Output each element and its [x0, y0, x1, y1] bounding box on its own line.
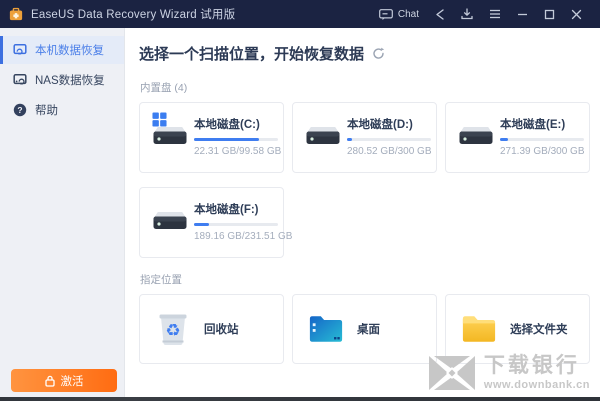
- main-content: 选择一个扫描位置，开始恢复数据 内置盘 (4) 本地磁盘(C:) 22.31 G…: [125, 28, 600, 397]
- drive-size: 189.16 GB/231.51 GB: [194, 231, 293, 242]
- sidebar-item-nas-recovery[interactable]: NAS数据恢复: [0, 66, 124, 94]
- nas-recovery-icon: [13, 73, 27, 87]
- chat-icon: [378, 8, 393, 20]
- location-card-row: ♻ 回收站 桌面 选择文件夹: [139, 294, 600, 364]
- location-label: 桌面: [357, 324, 380, 336]
- window-bottom-edge: [0, 397, 600, 401]
- location-card-desktop[interactable]: 桌面: [292, 294, 437, 364]
- choose-folder-icon: [461, 311, 497, 347]
- drive-card-f[interactable]: 本地磁盘(F:) 189.16 GB/231.51 GB: [139, 187, 293, 258]
- close-button[interactable]: [563, 0, 590, 28]
- hard-disk-icon: [306, 127, 340, 144]
- drive-card-d[interactable]: 本地磁盘(D:) 280.52 GB/300 GB: [292, 102, 437, 173]
- watermark-url: www.downbank.cn: [483, 379, 590, 391]
- location-label: 回收站: [204, 324, 239, 336]
- drive-name: 本地磁盘(D:): [347, 119, 413, 131]
- drive-size: 22.31 GB/99.58 GB: [194, 146, 282, 157]
- download-icon: [461, 8, 473, 20]
- help-icon: ?: [13, 103, 27, 117]
- app-window: EaseUS Data Recovery Wizard 试用版 Chat 本机数…: [0, 0, 600, 401]
- drive-info: 本地磁盘(F:) 189.16 GB/231.51 GB: [194, 201, 293, 257]
- sidebar-item-help[interactable]: ? 帮助: [0, 96, 124, 124]
- titlebar: EaseUS Data Recovery Wizard 试用版 Chat: [0, 0, 600, 28]
- drive-name: 本地磁盘(C:): [194, 119, 260, 131]
- menu-icon: [490, 9, 500, 19]
- windows-logo-icon: [152, 112, 167, 127]
- close-icon: [571, 9, 582, 19]
- refresh-icon[interactable]: [372, 47, 385, 60]
- drive-card-c[interactable]: 本地磁盘(C:) 22.31 GB/99.58 GB: [139, 102, 284, 173]
- hard-disk-icon: [459, 127, 493, 144]
- maximize-button[interactable]: [536, 0, 563, 28]
- pc-recovery-icon: [13, 43, 27, 57]
- sidebar-item-local-recovery[interactable]: 本机数据恢复: [0, 36, 124, 64]
- capacity-bar: [347, 138, 431, 141]
- sidebar-item-label: 本机数据恢复: [35, 45, 104, 57]
- capacity-bar: [194, 223, 278, 226]
- drive-name: 本地磁盘(F:): [194, 204, 259, 216]
- location-card-choose-folder[interactable]: 选择文件夹: [445, 294, 590, 364]
- location-label: 选择文件夹: [510, 324, 568, 336]
- drive-icon-wrap: [150, 112, 194, 172]
- capacity-bar: [194, 138, 278, 141]
- recycle-bin-icon: ♻: [155, 311, 191, 347]
- drive-info: 本地磁盘(E:) 271.39 GB/300 GB: [500, 116, 585, 172]
- drive-name: 本地磁盘(E:): [500, 119, 566, 131]
- share-button[interactable]: [427, 0, 453, 28]
- svg-text:♻: ♻: [165, 321, 180, 341]
- drive-card-row-1: 本地磁盘(C:) 22.31 GB/99.58 GB 本地磁盘(D:) 280.…: [139, 102, 600, 173]
- sidebar-item-label: NAS数据恢复: [35, 75, 105, 87]
- export-button[interactable]: [453, 0, 481, 28]
- app-logo-icon: [9, 7, 23, 21]
- main-header: 选择一个扫描位置，开始恢复数据: [139, 43, 600, 64]
- activate-button[interactable]: 激活: [11, 369, 117, 392]
- drive-icon-wrap: [303, 118, 347, 172]
- share-icon: [436, 8, 444, 20]
- section-label-specified-locations: 指定位置: [140, 274, 182, 286]
- chat-button[interactable]: Chat: [371, 0, 427, 28]
- sidebar: 本机数据恢复 NAS数据恢复 ? 帮助 激活: [0, 28, 125, 397]
- svg-text:?: ?: [17, 105, 22, 115]
- sidebar-item-label: 帮助: [35, 105, 58, 117]
- drive-size: 280.52 GB/300 GB: [347, 146, 432, 157]
- drive-info: 本地磁盘(C:) 22.31 GB/99.58 GB: [194, 116, 282, 172]
- drive-size: 271.39 GB/300 GB: [500, 146, 585, 157]
- drive-card-e[interactable]: 本地磁盘(E:) 271.39 GB/300 GB: [445, 102, 590, 173]
- maximize-icon: [544, 9, 555, 19]
- drive-icon-wrap: [150, 203, 194, 257]
- minimize-button[interactable]: [509, 0, 536, 28]
- section-label-internal-disks: 内置盘 (4): [140, 82, 188, 94]
- hard-disk-icon: [153, 212, 187, 229]
- page-title: 选择一个扫描位置，开始恢复数据: [139, 46, 365, 63]
- drive-icon-wrap: [456, 118, 500, 172]
- capacity-bar: [500, 138, 584, 141]
- desktop-folder-icon: [308, 311, 344, 347]
- minimize-icon: [518, 13, 527, 15]
- window-title: EaseUS Data Recovery Wizard 试用版: [31, 9, 236, 21]
- drive-info: 本地磁盘(D:) 280.52 GB/300 GB: [347, 116, 432, 172]
- menu-button[interactable]: [481, 0, 509, 28]
- location-card-recycle-bin[interactable]: ♻ 回收站: [139, 294, 284, 364]
- lock-icon: [44, 375, 55, 387]
- titlebar-controls: Chat: [371, 0, 590, 28]
- drive-card-row-2: 本地磁盘(F:) 189.16 GB/231.51 GB: [139, 187, 600, 258]
- app-body: 本机数据恢复 NAS数据恢复 ? 帮助 激活 选择一个扫描位置，开始恢复数据 内…: [0, 28, 600, 397]
- activate-label: 激活: [60, 375, 84, 388]
- chat-label: Chat: [397, 8, 419, 20]
